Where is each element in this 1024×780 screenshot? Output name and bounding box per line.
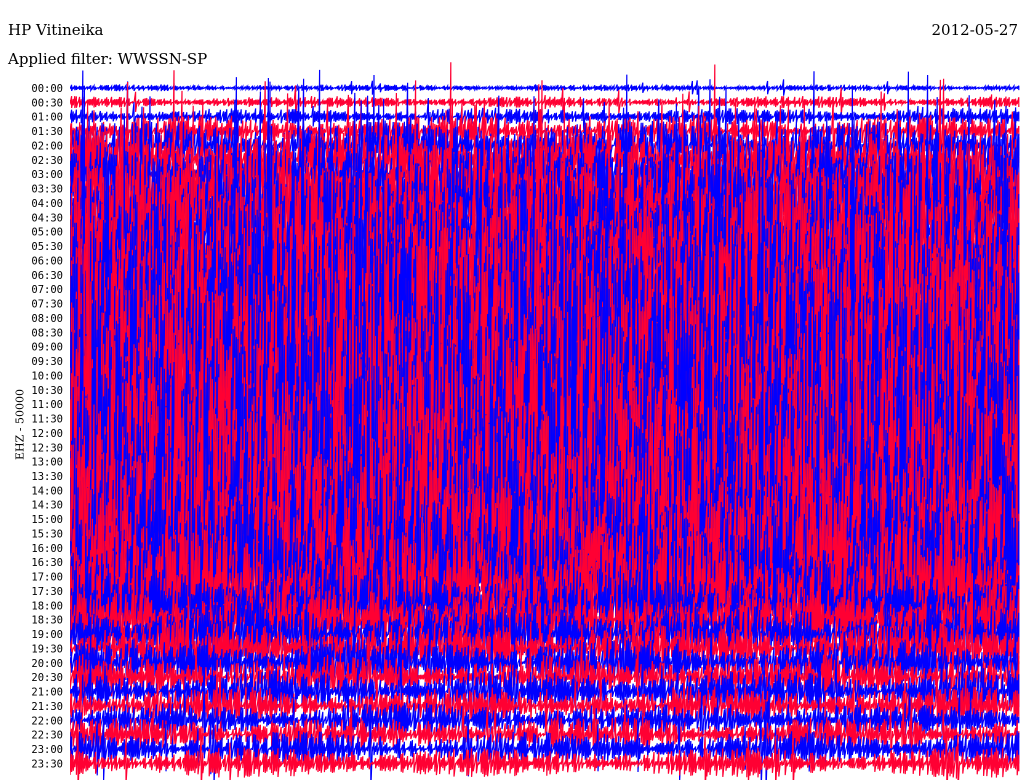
time-label: 12:00 (31, 428, 63, 440)
time-label: 04:00 (31, 198, 63, 210)
time-label: 06:30 (31, 270, 63, 282)
time-label: 20:00 (31, 658, 63, 670)
time-label: 09:30 (31, 356, 63, 368)
time-label: 02:00 (31, 140, 63, 152)
time-label: 18:00 (31, 600, 63, 612)
filter-label: Applied filter: WWSSN-SP (8, 50, 208, 68)
time-label: 22:30 (31, 730, 63, 742)
time-label: 11:00 (31, 399, 63, 411)
time-label: 08:00 (31, 313, 63, 325)
time-label: 08:30 (31, 327, 63, 339)
time-label: 02:30 (31, 155, 63, 167)
time-label: 14:30 (31, 500, 63, 512)
date-label: 2012-05-27 (931, 21, 1018, 39)
time-label: 07:00 (31, 284, 63, 296)
time-label: 09:00 (31, 342, 63, 354)
time-label: 06:00 (31, 255, 63, 267)
time-label: 16:00 (31, 543, 63, 555)
time-label: 21:30 (31, 701, 63, 713)
time-label: 01:00 (31, 112, 63, 124)
trace-group (69, 62, 1020, 780)
helicorder-plot: 00:00 00:30 01:00 01:30 02:00 02:30 03:00 03:30… (0, 0, 1020, 780)
time-label: 15:00 (31, 514, 63, 526)
time-label: 10:00 (31, 370, 63, 382)
time-label: 21:00 (31, 687, 63, 699)
time-label: 15:30 (31, 528, 63, 540)
channel-label: EHZ - 50000 (13, 389, 27, 460)
time-label: 12:30 (31, 442, 63, 454)
time-label: 10:30 (31, 385, 63, 397)
time-label: 01:30 (31, 126, 63, 138)
time-label: 13:30 (31, 471, 63, 483)
time-label: 05:30 (31, 241, 63, 253)
time-label: 00:30 (31, 97, 63, 109)
time-label: 17:30 (31, 586, 63, 598)
time-label: 04:30 (31, 212, 63, 224)
time-label: 19:30 (31, 643, 63, 655)
time-label: 16:30 (31, 557, 63, 569)
time-label: 23:30 (31, 758, 63, 770)
time-label: 00:00 (31, 83, 63, 95)
time-label: 22:00 (31, 715, 63, 727)
time-label: 03:30 (31, 184, 63, 196)
time-label: 13:00 (31, 457, 63, 469)
time-label: 17:00 (31, 572, 63, 584)
time-label: 20:30 (31, 672, 63, 684)
time-label: 14:00 (31, 485, 63, 497)
trace-line (69, 79, 1020, 96)
time-label: 05:00 (31, 227, 63, 239)
time-label: 19:00 (31, 629, 63, 641)
time-label: 18:30 (31, 615, 63, 627)
time-label: 07:30 (31, 299, 63, 311)
time-label: 03:00 (31, 169, 63, 181)
trace-line (69, 85, 1020, 118)
time-label: 11:30 (31, 414, 63, 426)
time-label: 23:00 (31, 744, 63, 756)
station-title: HP Vitineika (8, 21, 104, 39)
